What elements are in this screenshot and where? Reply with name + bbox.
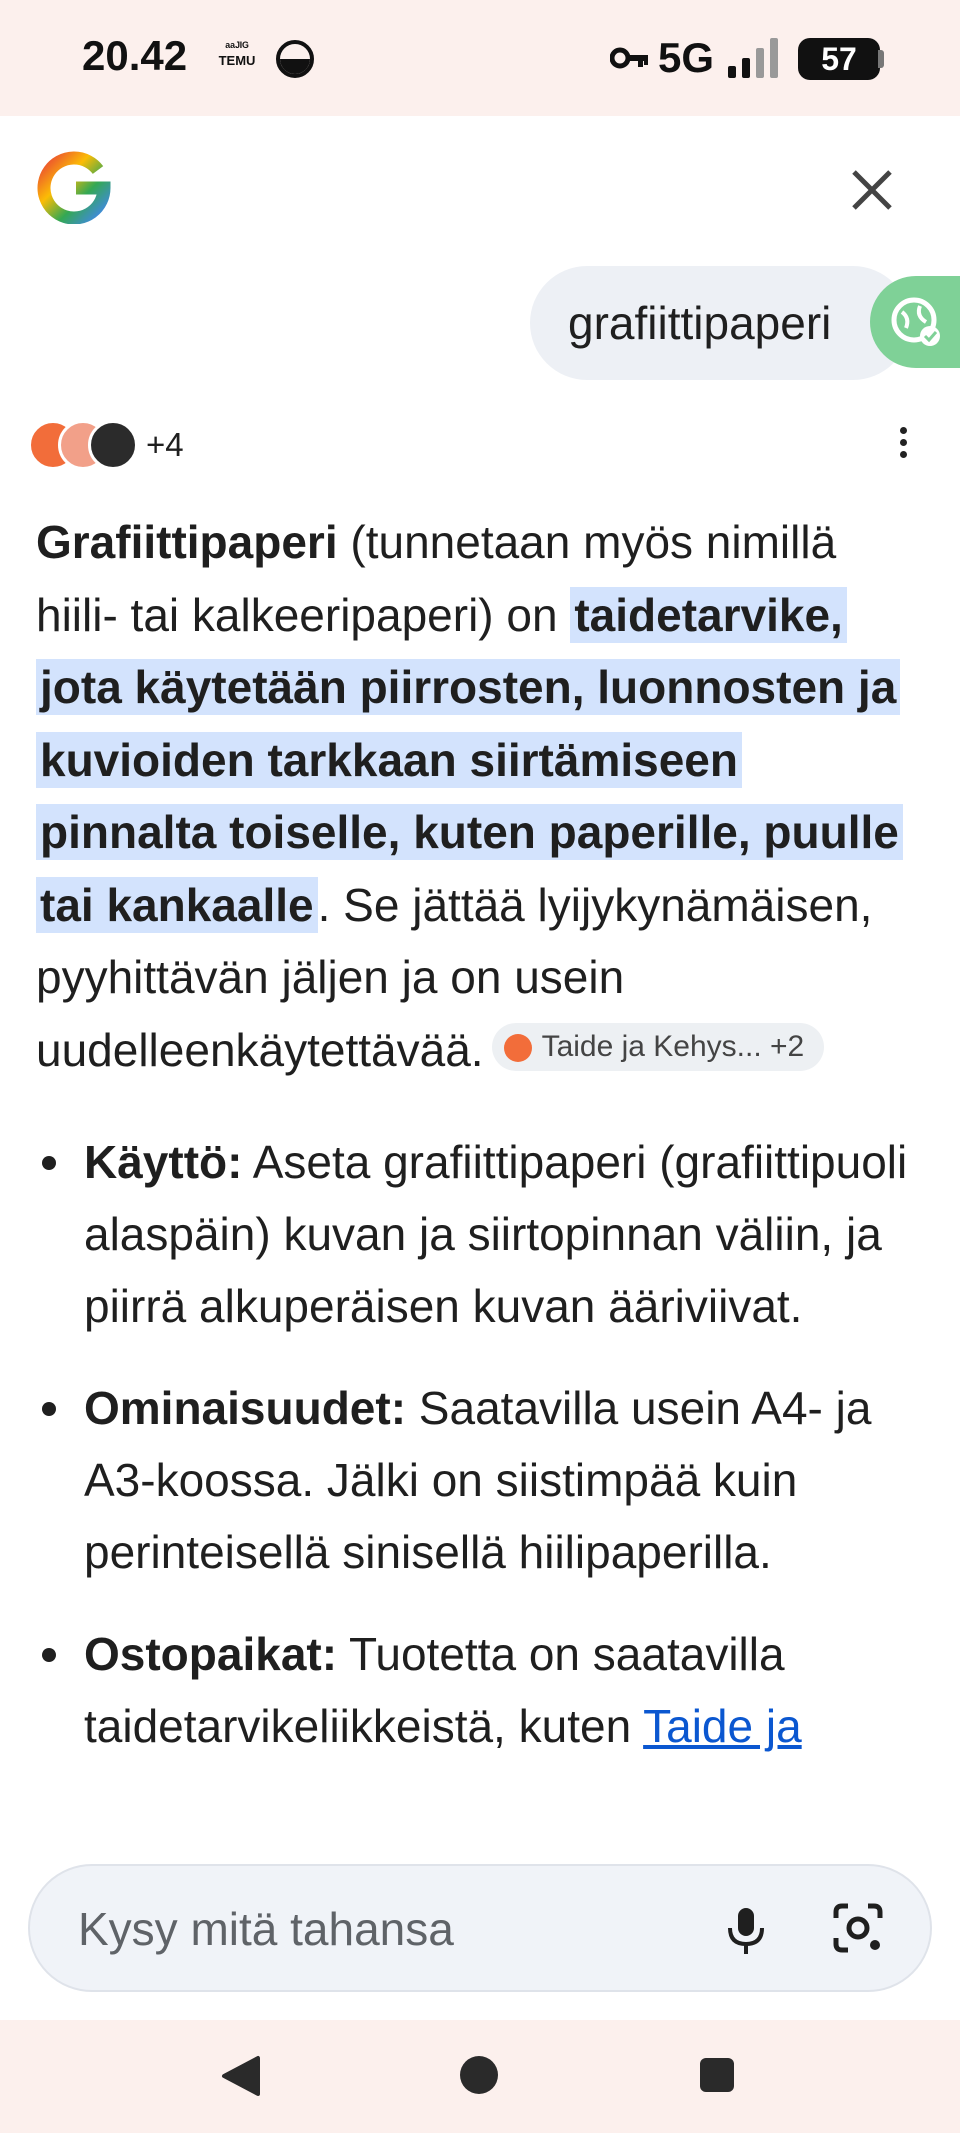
home-icon[interactable] — [460, 2056, 498, 2094]
list-item: Käyttö: Aseta grafiittipaperi (grafiitti… — [36, 1126, 926, 1342]
signal-icon — [728, 38, 778, 78]
network-type: 5G — [658, 34, 715, 81]
query-bubble: grafiittipaperi — [530, 266, 910, 380]
close-icon[interactable] — [844, 162, 900, 218]
source-chip-count: +2 — [770, 1030, 805, 1064]
status-bar: 20.42 ᵃᵃᴶᴵᴳ TEMU 5G 57 — [0, 0, 960, 116]
battery-indicator: 57 — [798, 38, 880, 80]
recents-icon[interactable] — [700, 2058, 734, 2092]
list-item: Ostopaikat: Tuotetta on saatavilla taide… — [36, 1618, 926, 1762]
translate-button[interactable] — [870, 276, 960, 368]
source-chip[interactable]: Taide ja Kehys... +2 — [491, 1023, 825, 1072]
list-item: Ominaisuudet: Saatavilla usein A4- ja A3… — [36, 1372, 926, 1588]
answer-bullets: Käyttö: Aseta grafiittipaperi (grafiitti… — [36, 1126, 926, 1792]
ai-answer: Grafiittipaperi (tunnetaan myös nimillä … — [36, 506, 916, 1086]
ask-input[interactable]: Kysy mitä tahansa — [28, 1864, 932, 1992]
more-options-icon[interactable] — [888, 422, 918, 468]
mic-icon[interactable] — [718, 1902, 774, 1958]
status-time: 20.42 — [82, 32, 188, 79]
store-link[interactable]: Taide ja — [643, 1700, 802, 1752]
source-count: +4 — [146, 426, 184, 463]
bullet-dot — [42, 1156, 56, 1170]
translate-icon — [891, 297, 940, 346]
bullet-dot — [42, 1648, 56, 1662]
temu-notification-icon: ᵃᵃᴶᴵᴳ TEMU — [216, 40, 258, 72]
bullet-title: Käyttö: — [84, 1136, 243, 1188]
app-notification-icon — [276, 40, 314, 78]
temu-badge-line1: ᵃᵃᴶᴵᴳ — [225, 39, 249, 54]
source-avatar — [88, 420, 138, 470]
bullet-title: Ominaisuudet: — [84, 1382, 407, 1434]
vpn-key-icon — [610, 47, 648, 69]
answer-term: Grafiittipaperi — [36, 516, 338, 568]
ask-placeholder: Kysy mitä tahansa — [78, 1903, 454, 1955]
bullet-dot — [42, 1402, 56, 1416]
back-icon[interactable] — [218, 2054, 262, 2098]
bullet-title: Ostopaikat: — [84, 1628, 338, 1680]
lens-icon[interactable] — [830, 1900, 886, 1958]
google-logo — [37, 151, 111, 224]
battery-tip — [878, 50, 884, 68]
source-favicon-icon — [503, 1034, 532, 1063]
source-chip-label: Taide ja Kehys... — [541, 1030, 762, 1064]
temu-badge-line2: TEMU — [218, 53, 256, 68]
